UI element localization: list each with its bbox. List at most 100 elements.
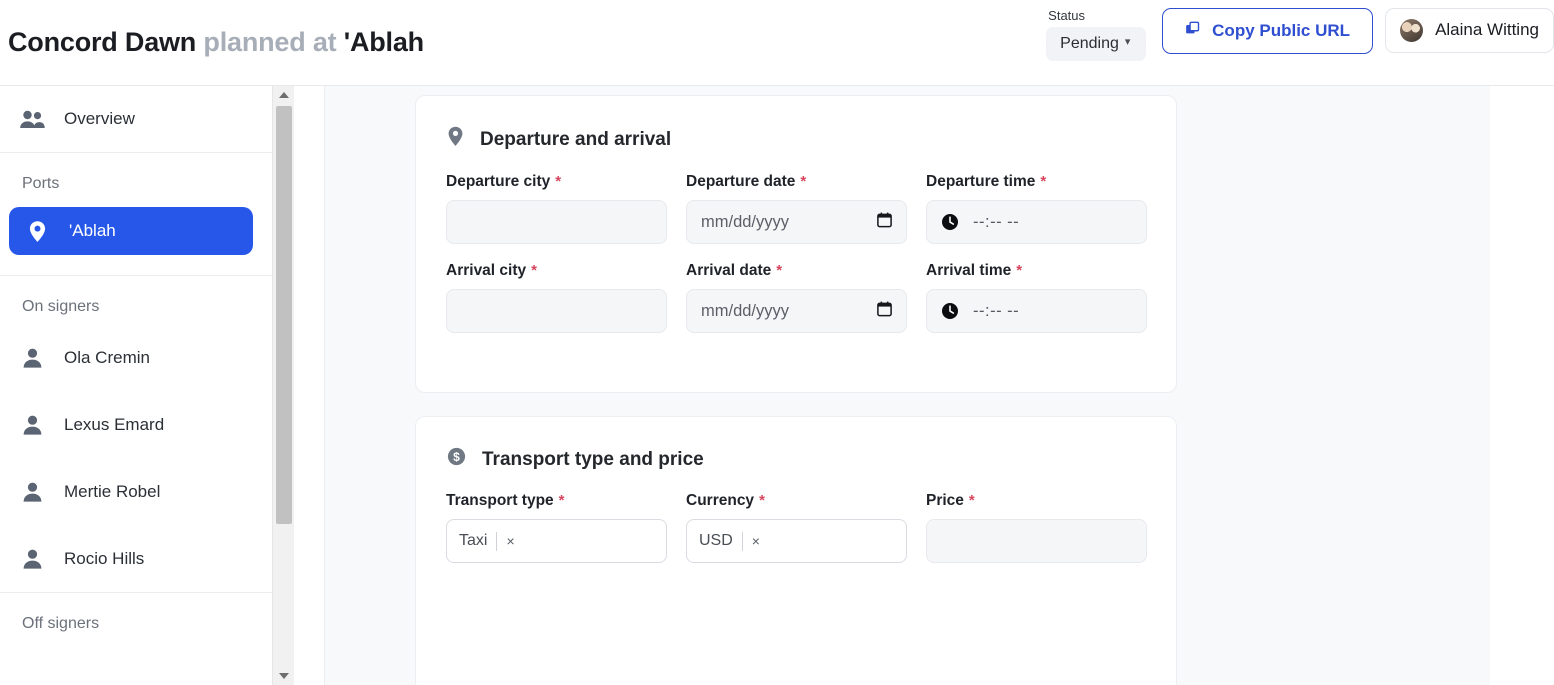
departure-city-label-text: Departure city (446, 173, 551, 190)
people-icon (18, 109, 46, 130)
sidebar-section-overview: Overview (0, 86, 272, 153)
status-label: Status (1048, 7, 1086, 23)
required-asterisk: * (776, 262, 783, 279)
remove-currency-icon[interactable]: × (743, 534, 768, 548)
arrival-date-label-text: Arrival date (686, 262, 772, 279)
calendar-icon[interactable] (877, 212, 892, 233)
app-header: Concord Dawn planned at 'Ablah Status Pe… (0, 0, 1554, 86)
page-title-primary: Concord Dawn (8, 27, 197, 57)
departure-arrival-card: Departure and arrival Departure city * D… (415, 95, 1177, 393)
transport-type-select[interactable]: Taxi × (446, 519, 667, 563)
arrival-city-input[interactable] (446, 289, 667, 333)
sidebar-item-signer-label: Rocio Hills (64, 548, 145, 568)
departure-arrival-title: Departure and arrival (416, 96, 1176, 153)
sidebar-section-on-signers: On signers Ola Cremin Lexus Emard Mertie… (0, 276, 272, 593)
departure-date-label: Departure date * (686, 173, 926, 191)
transport-price-title: $ Transport type and price (416, 417, 1176, 472)
sidebar-section-ports: Ports 'Ablah (0, 153, 272, 276)
calendar-icon[interactable] (877, 301, 892, 322)
user-menu[interactable]: Alaina Witting (1385, 7, 1554, 53)
page-title: Concord Dawn planned at 'Ablah (8, 27, 424, 58)
departure-time-input[interactable]: --:-- -- (926, 200, 1147, 244)
sidebar-item-signer[interactable]: Rocio Hills (0, 525, 272, 592)
sidebar-item-ablah-label: 'Ablah (69, 221, 116, 240)
price-field: Price * (926, 492, 1166, 563)
copy-icon (1185, 21, 1200, 41)
sidebar-item-signer[interactable]: Mertie Robel (0, 458, 272, 525)
sidebar-item-ablah[interactable]: 'Ablah (9, 207, 253, 255)
clock-icon[interactable] (941, 213, 959, 231)
sidebar-item-signer-label: Mertie Robel (64, 481, 161, 501)
clock-icon[interactable] (941, 302, 959, 320)
sidebar-scrollbar[interactable] (272, 86, 295, 685)
arrival-time-input[interactable]: --:-- -- (926, 289, 1147, 333)
currency-label: Currency * (686, 492, 926, 510)
scroll-down-arrow-icon[interactable] (273, 667, 295, 685)
transport-type-chip: Taxi × (459, 531, 523, 551)
sidebar-item-overview-label: Overview (64, 109, 135, 128)
currency-value: USD (699, 532, 733, 549)
person-icon (18, 548, 46, 570)
transport-price-title-label: Transport type and price (482, 448, 704, 470)
required-asterisk: * (759, 492, 765, 509)
required-asterisk: * (531, 262, 537, 279)
location-pin-icon (23, 220, 51, 243)
transport-type-value: Taxi (459, 532, 488, 549)
svg-text:$: $ (453, 450, 460, 464)
sidebar-item-overview[interactable]: Overview (0, 86, 272, 152)
scroll-up-arrow-icon[interactable] (273, 86, 295, 104)
departure-time-label: Departure time * (926, 173, 1166, 191)
page-title-muted: planned at (203, 27, 337, 57)
scrollbar-thumb[interactable] (276, 106, 292, 524)
sidebar-item-signer-label: Ola Cremin (64, 347, 150, 367)
header-actions: Status Pending ▾ Copy Public URL Alaina … (1046, 0, 1554, 86)
person-icon (18, 481, 46, 503)
sidebar-item-signer[interactable]: Ola Cremin (0, 324, 272, 391)
person-icon (18, 347, 46, 369)
currency-label-text: Currency (686, 492, 755, 509)
arrival-date-label: Arrival date * (686, 262, 926, 280)
remove-transport-type-icon[interactable]: × (497, 534, 522, 548)
transport-type-label: Transport type * (446, 492, 686, 510)
sidebar-section-off-signers: Off signers (0, 593, 272, 641)
currency-chip: USD × (699, 531, 768, 551)
arrival-city-label: Arrival city * (446, 262, 686, 280)
arrival-city-label-text: Arrival city (446, 262, 527, 279)
departure-date-field: Departure date * mm/dd/yyyy (686, 173, 926, 244)
price-label-text: Price (926, 492, 964, 509)
arrival-time-placeholder: --:-- -- (973, 301, 1020, 320)
sidebar-heading-off-signers: Off signers (22, 615, 100, 632)
status-dropdown[interactable]: Pending ▾ (1046, 26, 1147, 61)
sidebar: Overview Ports 'Ablah On signers Ola Cre… (0, 86, 272, 685)
dollar-circle-icon: $ (447, 447, 466, 472)
main-content: Departure and arrival Departure city * D… (325, 86, 1490, 685)
arrival-time-label: Arrival time * (926, 262, 1166, 280)
departure-arrival-form: Departure city * Departure date * mm/dd/… (416, 153, 1176, 351)
app-root: Concord Dawn planned at 'Ablah Status Pe… (0, 0, 1554, 685)
departure-date-label-text: Departure date (686, 173, 796, 190)
copy-public-url-button[interactable]: Copy Public URL (1162, 7, 1374, 54)
departure-arrival-title-label: Departure and arrival (480, 128, 672, 150)
departure-city-label: Departure city * (446, 173, 686, 191)
user-name: Alaina Witting (1435, 20, 1539, 39)
required-asterisk: * (800, 173, 807, 190)
sidebar-gutter (294, 86, 325, 685)
transport-type-field: Transport type * Taxi × (446, 492, 686, 563)
currency-select[interactable]: USD × (686, 519, 907, 563)
sidebar-item-signer[interactable]: Lexus Emard (0, 391, 272, 458)
departure-date-input[interactable]: mm/dd/yyyy (686, 200, 907, 244)
currency-field: Currency * USD × (686, 492, 926, 563)
departure-city-input[interactable] (446, 200, 667, 244)
arrival-time-field: Arrival time * --:-- -- (926, 262, 1166, 333)
location-pin-icon (447, 126, 464, 153)
transport-price-form: Transport type * Taxi × Currency * USD ×… (416, 472, 1176, 581)
page-title-secondary: 'Ablah (343, 27, 424, 57)
arrival-date-input[interactable]: mm/dd/yyyy (686, 289, 907, 333)
sidebar-heading-on-signers: On signers (22, 298, 100, 315)
arrival-time-label-text: Arrival time (926, 262, 1012, 279)
price-input[interactable] (926, 519, 1147, 563)
departure-time-field: Departure time * --:-- -- (926, 173, 1166, 244)
departure-time-placeholder: --:-- -- (973, 212, 1020, 231)
required-asterisk: * (1016, 262, 1023, 279)
required-asterisk: * (558, 492, 565, 509)
